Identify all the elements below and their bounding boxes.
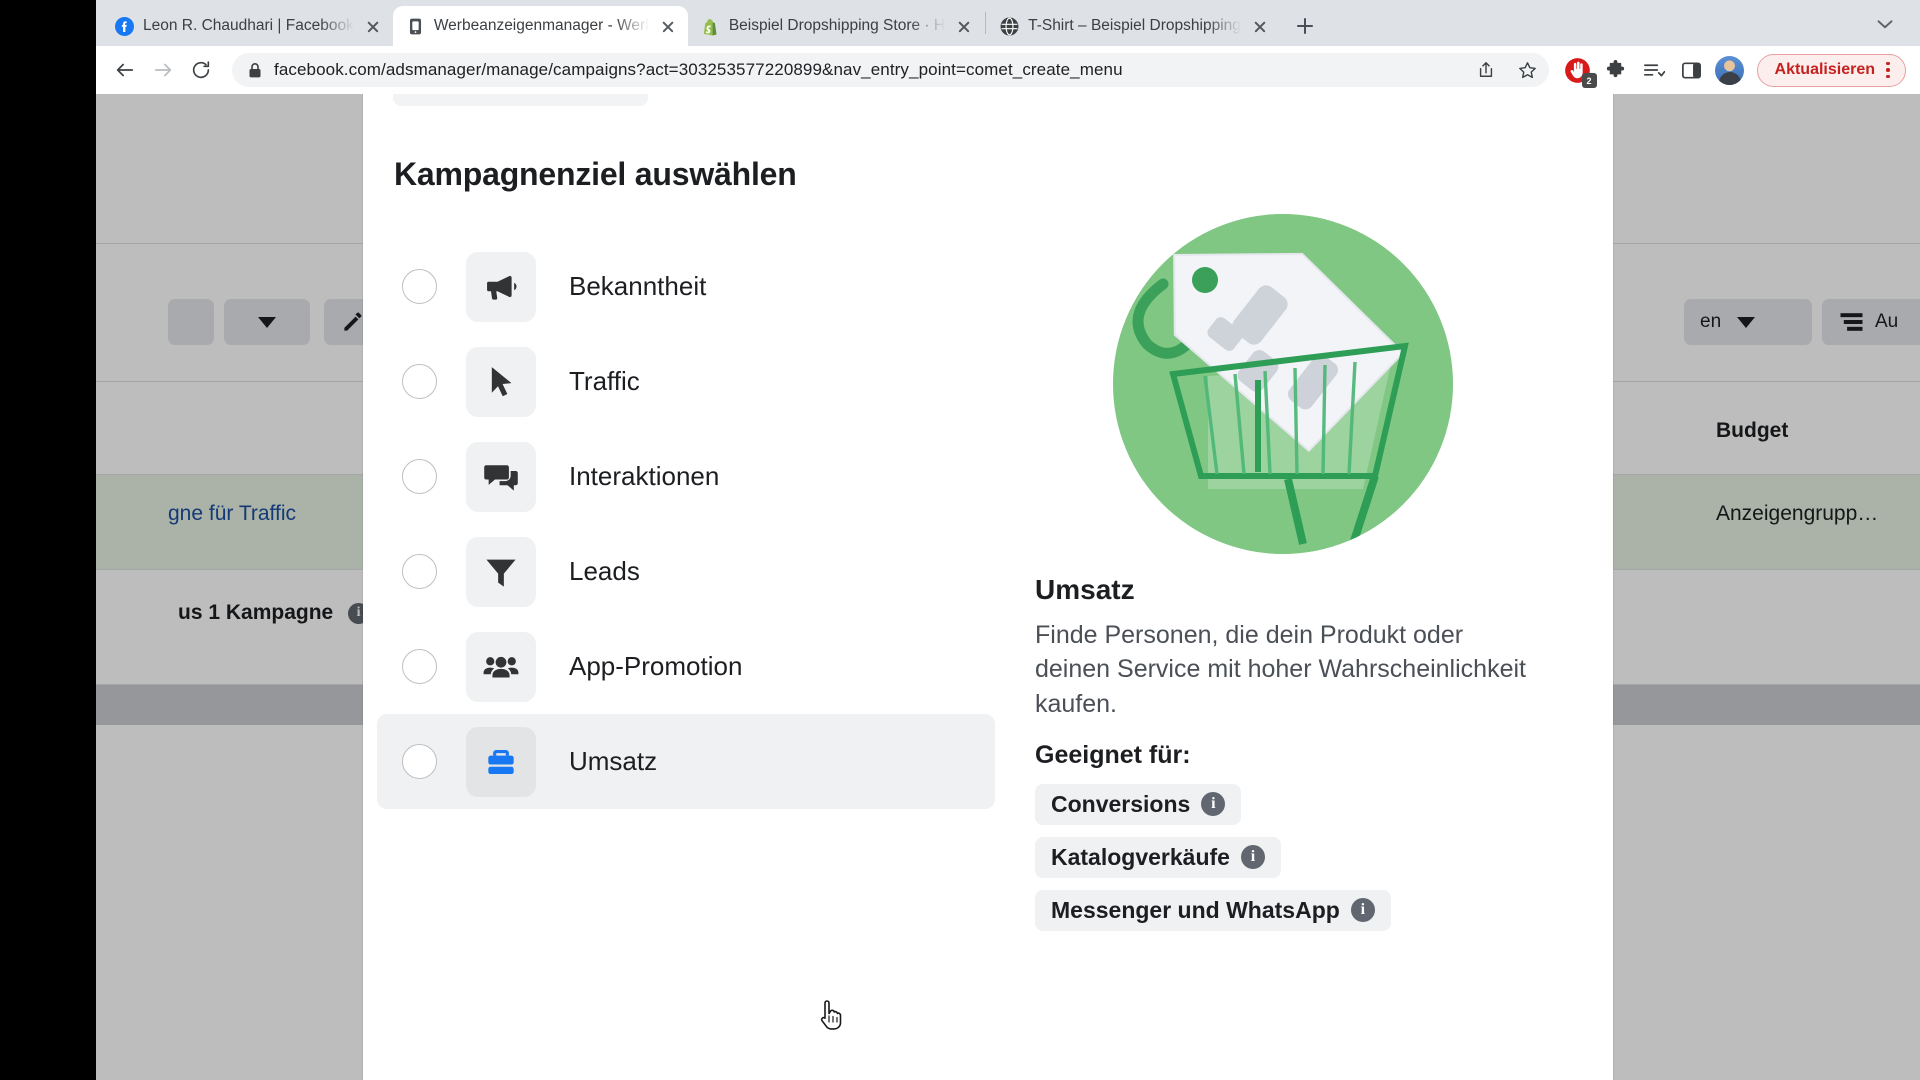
tab-separator (985, 12, 987, 34)
objective-label: Traffic (569, 366, 640, 396)
cursor-arrow-icon (466, 346, 536, 417)
side-panel-icon[interactable] (1675, 53, 1709, 87)
browser-tab-title-2: Beispiel Dropshipping Store · H (728, 17, 946, 34)
objective-label: Leads (569, 556, 640, 586)
radio-button[interactable] (402, 744, 437, 779)
new-tab-button[interactable] (1288, 9, 1322, 43)
objective-option-bekanntheit[interactable]: Bekanntheit (377, 239, 995, 334)
adblock-extension-icon[interactable]: 2 (1561, 53, 1597, 88)
info-icon[interactable]: i (1240, 845, 1265, 870)
browser-toolbar: facebook.com/adsmanager/manage/campaigns… (96, 46, 1920, 94)
browser-window: Leon R. Chaudhari | Facebook Werbeanzeig… (96, 0, 1920, 1080)
shopping-cart-price-tag-illustration (1113, 214, 1453, 554)
reading-list-icon[interactable] (1637, 53, 1671, 87)
update-button-label: Aktualisieren (1774, 61, 1875, 78)
meta-ads-icon (406, 17, 425, 36)
objective-label: Interaktionen (569, 461, 720, 491)
objective-list: Bekanntheit Traffic Interaktionen Leads … (377, 239, 995, 809)
browser-tab-2[interactable]: Beispiel Dropshipping Store · H (688, 6, 984, 46)
suitable-for-label: Geeignet für: (1035, 740, 1191, 769)
avatar[interactable] (1713, 53, 1747, 87)
facebook-icon (115, 16, 134, 36)
radio-button[interactable] (402, 364, 437, 399)
chat-bubbles-icon (466, 441, 536, 512)
address-bar[interactable]: facebook.com/adsmanager/manage/campaigns… (232, 53, 1549, 87)
chip-katalogverkaeufe[interactable]: Katalogverkäufe i (1035, 836, 1281, 878)
url-text: facebook.com/adsmanager/manage/campaigns… (274, 60, 1123, 79)
info-icon[interactable]: i (1350, 898, 1375, 923)
info-icon[interactable]: i (1201, 792, 1226, 817)
screen: Leon R. Chaudhari | Facebook Werbeanzeig… (0, 0, 1920, 1080)
chip-label: Conversions (1051, 790, 1191, 817)
modal-top-stub (393, 94, 648, 106)
share-icon[interactable] (1471, 55, 1501, 85)
radio-button[interactable] (402, 459, 437, 494)
back-icon[interactable] (108, 53, 142, 87)
close-icon[interactable] (954, 16, 974, 36)
objective-label: Bekanntheit (569, 271, 707, 301)
browser-tab-title-3: T-Shirt – Beispiel Dropshipping (1028, 17, 1241, 34)
objective-label: Umsatz (569, 746, 658, 776)
chip-conversions[interactable]: Conversions i (1035, 783, 1242, 825)
objective-detail-pane: Umsatz Finde Personen, die dein Produkt … (1035, 214, 1580, 931)
forward-icon[interactable] (146, 53, 180, 87)
tab-strip: Leon R. Chaudhari | Facebook Werbeanzeig… (96, 0, 1920, 46)
browser-tab-3[interactable]: T-Shirt – Beispiel Dropshipping (987, 6, 1280, 46)
browser-tab-title-0: Leon R. Chaudhari | Facebook (143, 17, 354, 34)
radio-button[interactable] (402, 554, 437, 589)
shopify-icon (701, 17, 720, 36)
objective-option-leads[interactable]: Leads (377, 524, 995, 619)
bookmark-star-icon[interactable] (1513, 55, 1543, 85)
objective-option-traffic[interactable]: Traffic (377, 334, 995, 429)
browser-tab-0[interactable]: Leon R. Chaudhari | Facebook (102, 6, 393, 46)
objective-option-app-promotion[interactable]: App-Promotion (377, 619, 995, 714)
update-button[interactable]: Aktualisieren (1756, 53, 1906, 87)
reload-icon[interactable] (184, 53, 218, 87)
detail-description: Finde Personen, die dein Produkt oder de… (1035, 621, 1526, 718)
funnel-icon (466, 536, 536, 607)
megaphone-icon (466, 251, 536, 322)
browser-tab-1[interactable]: Werbeanzeigenmanager - Werb (392, 6, 688, 46)
objective-option-umsatz[interactable]: Umsatz (377, 714, 995, 809)
close-icon[interactable] (658, 16, 678, 36)
chip-label: Messenger und WhatsApp (1051, 896, 1340, 923)
close-icon[interactable] (1250, 16, 1270, 36)
chrome-menu-icon[interactable] (1879, 59, 1897, 81)
radio-button[interactable] (402, 269, 437, 304)
people-group-icon (466, 631, 536, 702)
campaign-objective-modal: Kampagnenziel auswählen Bekanntheit Traf… (363, 94, 1613, 1080)
radio-button[interactable] (402, 649, 437, 684)
minimize-toolbar-icon[interactable] (1872, 11, 1898, 37)
globe-icon (1000, 17, 1019, 36)
page-content: beanzeigen Bea en (96, 94, 1920, 1080)
chip-messenger-whatsapp[interactable]: Messenger und WhatsApp i (1035, 889, 1391, 931)
detail-title: Umsatz (1035, 574, 1135, 605)
chip-label: Katalogverkäufe (1051, 843, 1230, 870)
browser-tab-title-1: Werbeanzeigenmanager - Werb (433, 17, 649, 34)
extensions-puzzle-icon[interactable] (1599, 53, 1633, 87)
objective-label: App-Promotion (569, 651, 743, 681)
suitable-for-chips: Conversions i Katalogverkäufe i Messenge… (1035, 783, 1580, 931)
profile-avatar-image (1715, 55, 1745, 85)
lock-icon (248, 62, 262, 79)
close-icon[interactable] (363, 16, 383, 36)
briefcase-icon (466, 726, 536, 797)
objective-option-interaktionen[interactable]: Interaktionen (377, 429, 995, 524)
adblock-count-badge: 2 (1581, 73, 1597, 88)
page-title: Kampagnenziel auswählen (394, 156, 797, 192)
